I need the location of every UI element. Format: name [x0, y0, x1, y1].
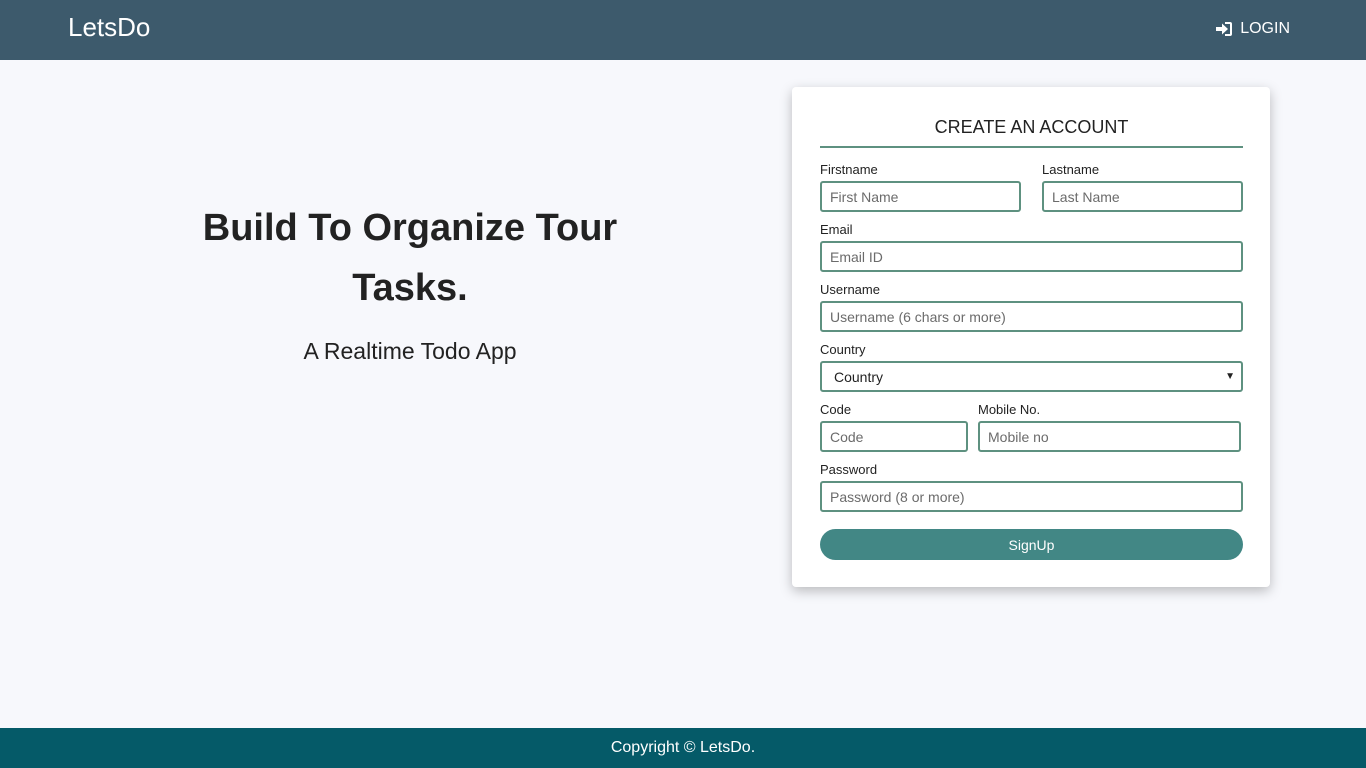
form-title: CREATE AN ACCOUNT	[934, 117, 1129, 137]
title-divider	[820, 146, 1243, 148]
country-selected-value: Country	[834, 369, 884, 385]
signup-form: CREATE AN ACCOUNT Firstname Lastname Ema…	[792, 87, 1270, 587]
country-select[interactable]: Country ▼	[820, 361, 1243, 392]
footer-copyright: Copyright © LetsDo.	[610, 739, 756, 756]
hero-title: Build To Organize Tour Tasks.	[202, 207, 618, 309]
firstname-input[interactable]	[820, 181, 1021, 212]
mobile-label: Mobile No.	[978, 402, 1041, 417]
code-label: Code	[820, 402, 852, 417]
login-label: LOGIN	[1240, 20, 1290, 37]
hero-section: Build To Organize Tour Tasks. A Realtime…	[160, 198, 660, 366]
login-link[interactable]: LOGIN	[1215, 18, 1290, 40]
dropdown-arrow-icon: ▼	[1225, 371, 1235, 382]
username-label: Username	[820, 282, 880, 297]
firstname-label: Firstname	[820, 162, 878, 177]
lastname-label: Lastname	[1042, 162, 1100, 177]
email-label: Email	[820, 222, 853, 237]
brand-logo[interactable]: LetsDo	[68, 10, 150, 44]
code-input[interactable]	[820, 421, 968, 452]
password-label: Password	[820, 462, 878, 477]
hero-subtitle: A Realtime Todo App	[303, 338, 517, 364]
sign-in-icon	[1216, 22, 1233, 36]
country-label: Country	[820, 342, 866, 357]
footer: Copyright © LetsDo.	[0, 728, 1366, 768]
signup-button[interactable]: SignUp	[820, 529, 1243, 560]
password-input[interactable]	[820, 481, 1243, 512]
mobile-input[interactable]	[978, 421, 1241, 452]
email-input[interactable]	[820, 241, 1243, 272]
top-navbar: LetsDo LOGIN	[0, 0, 1366, 60]
username-input[interactable]	[820, 301, 1243, 332]
lastname-input[interactable]	[1042, 181, 1243, 212]
